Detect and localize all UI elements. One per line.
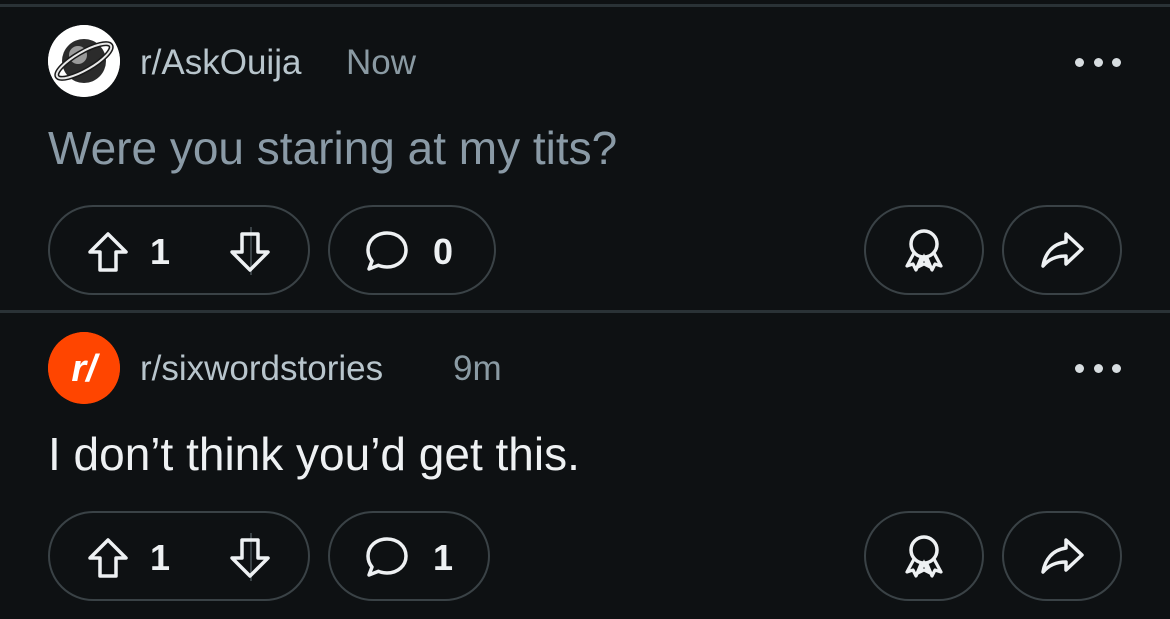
vote-bar: 1: [48, 511, 310, 601]
subreddit-avatar[interactable]: [48, 25, 120, 97]
post-title[interactable]: Were you staring at my tits?: [48, 121, 617, 175]
comments-button[interactable]: 0: [328, 205, 496, 295]
more-dot-icon: [1093, 363, 1103, 373]
award-ribbon-icon: [905, 535, 943, 578]
more-dot-icon: [1112, 363, 1121, 373]
upvote-button[interactable]: [86, 230, 130, 279]
comment-bubble-icon: [364, 229, 410, 280]
award-button[interactable]: [864, 511, 984, 601]
post-title[interactable]: I don’t think you’d get this.: [48, 427, 580, 481]
more-dot-icon: [1093, 57, 1103, 67]
share-button[interactable]: [1002, 205, 1122, 295]
downvote-button[interactable]: [228, 536, 272, 585]
post-time: Now: [346, 43, 417, 82]
vote-count: 1: [150, 231, 171, 272]
post-card[interactable]: r/AskOuija Now Were you staring at my ti…: [0, 7, 1170, 307]
more-options-button[interactable]: [1075, 358, 1121, 378]
award-button[interactable]: [864, 205, 984, 295]
comment-bubble-icon: [364, 535, 410, 586]
vote-count: 1: [150, 537, 171, 578]
downvote-arrow-icon: [230, 538, 270, 578]
comments-button[interactable]: 1: [328, 511, 490, 601]
svg-text:r/: r/: [71, 348, 100, 390]
subreddit-name[interactable]: r/AskOuija: [140, 43, 301, 83]
comment-count: 0: [433, 231, 454, 272]
downvote-arrow-icon: [230, 232, 270, 272]
vote-bar: 1: [48, 205, 310, 295]
more-dot-icon: [1112, 57, 1121, 67]
more-dot-icon: [1075, 57, 1084, 67]
subreddit-name[interactable]: r/sixwordstories: [140, 349, 383, 389]
award-ribbon-icon: [905, 229, 943, 272]
share-button[interactable]: [1002, 511, 1122, 601]
more-dot-icon: [1075, 363, 1084, 373]
ouija-planet-icon: [48, 25, 120, 97]
reddit-r-slash-icon: r/: [48, 332, 120, 404]
subreddit-avatar[interactable]: r/: [48, 332, 120, 404]
post-card[interactable]: r/ r/sixwordstories 9m I don’t think you…: [0, 313, 1170, 613]
upvote-arrow-icon: [88, 232, 128, 272]
comment-count: 1: [433, 537, 454, 578]
upvote-button[interactable]: [86, 536, 130, 585]
share-arrow-icon: [1041, 232, 1084, 268]
more-options-button[interactable]: [1075, 52, 1121, 72]
post-time: 9m: [453, 349, 502, 388]
downvote-button[interactable]: [228, 230, 272, 279]
share-arrow-icon: [1041, 538, 1084, 574]
upvote-arrow-icon: [88, 538, 128, 578]
post-feed: r/AskOuija Now Were you staring at my ti…: [0, 0, 1170, 619]
